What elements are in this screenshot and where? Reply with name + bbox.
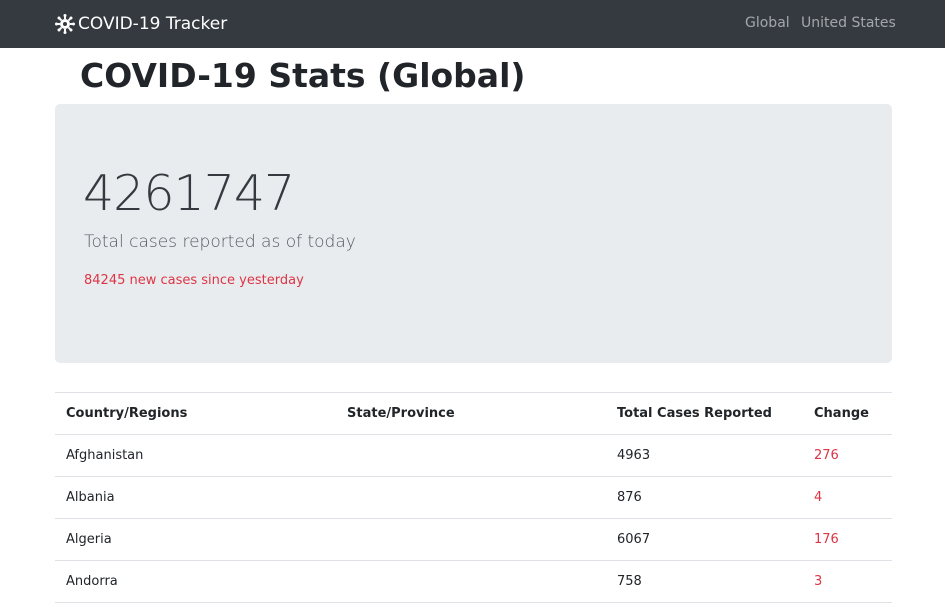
total-cell: 876 xyxy=(606,476,803,519)
table-row: Algeria 6067 176 xyxy=(55,518,892,561)
table-header-row: Country/Regions State/Province Total Cas… xyxy=(55,392,892,435)
brand-link[interactable]: COVID-19 Tracker xyxy=(55,12,227,36)
total-cases-count: 4261747 xyxy=(83,165,295,222)
country-cell: Andorra xyxy=(55,560,336,603)
country-cell: Albania xyxy=(55,476,336,519)
country-cell: Afghanistan xyxy=(55,434,336,477)
total-cases-caption: Total cases reported as of today xyxy=(84,232,356,252)
new-cases-text: 84245 new cases since yesterday xyxy=(84,273,304,288)
virus-icon xyxy=(55,14,75,34)
column-header-change: Change xyxy=(803,392,892,435)
state-cell xyxy=(336,560,606,603)
state-cell xyxy=(336,518,606,561)
table-row: Andorra 758 3 xyxy=(55,560,892,603)
summary-panel: 4261747 Total cases reported as of today… xyxy=(55,104,892,363)
change-cell: 4 xyxy=(803,476,892,519)
total-cell: 6067 xyxy=(606,518,803,561)
total-cell: 758 xyxy=(606,560,803,603)
nav-link-united-states[interactable]: United States xyxy=(801,15,896,31)
table-row: Albania 876 4 xyxy=(55,476,892,519)
total-cell: 4963 xyxy=(606,434,803,477)
change-cell: 3 xyxy=(803,560,892,603)
table-row: Afghanistan 4963 276 xyxy=(55,434,892,477)
change-cell: 176 xyxy=(803,518,892,561)
nav-link-global[interactable]: Global xyxy=(745,15,790,31)
state-cell xyxy=(336,434,606,477)
cases-table: Country/Regions State/Province Total Cas… xyxy=(55,392,892,603)
column-header-state: State/Province xyxy=(336,392,606,435)
state-cell xyxy=(336,476,606,519)
country-cell: Algeria xyxy=(55,518,336,561)
change-cell: 276 xyxy=(803,434,892,477)
navbar: COVID-19 Tracker Global United States xyxy=(0,0,945,48)
brand-label: COVID-19 Tracker xyxy=(78,14,228,34)
column-header-total: Total Cases Reported xyxy=(606,392,803,435)
page-title: COVID-19 Stats (Global) xyxy=(80,56,526,95)
column-header-country: Country/Regions xyxy=(55,392,336,435)
